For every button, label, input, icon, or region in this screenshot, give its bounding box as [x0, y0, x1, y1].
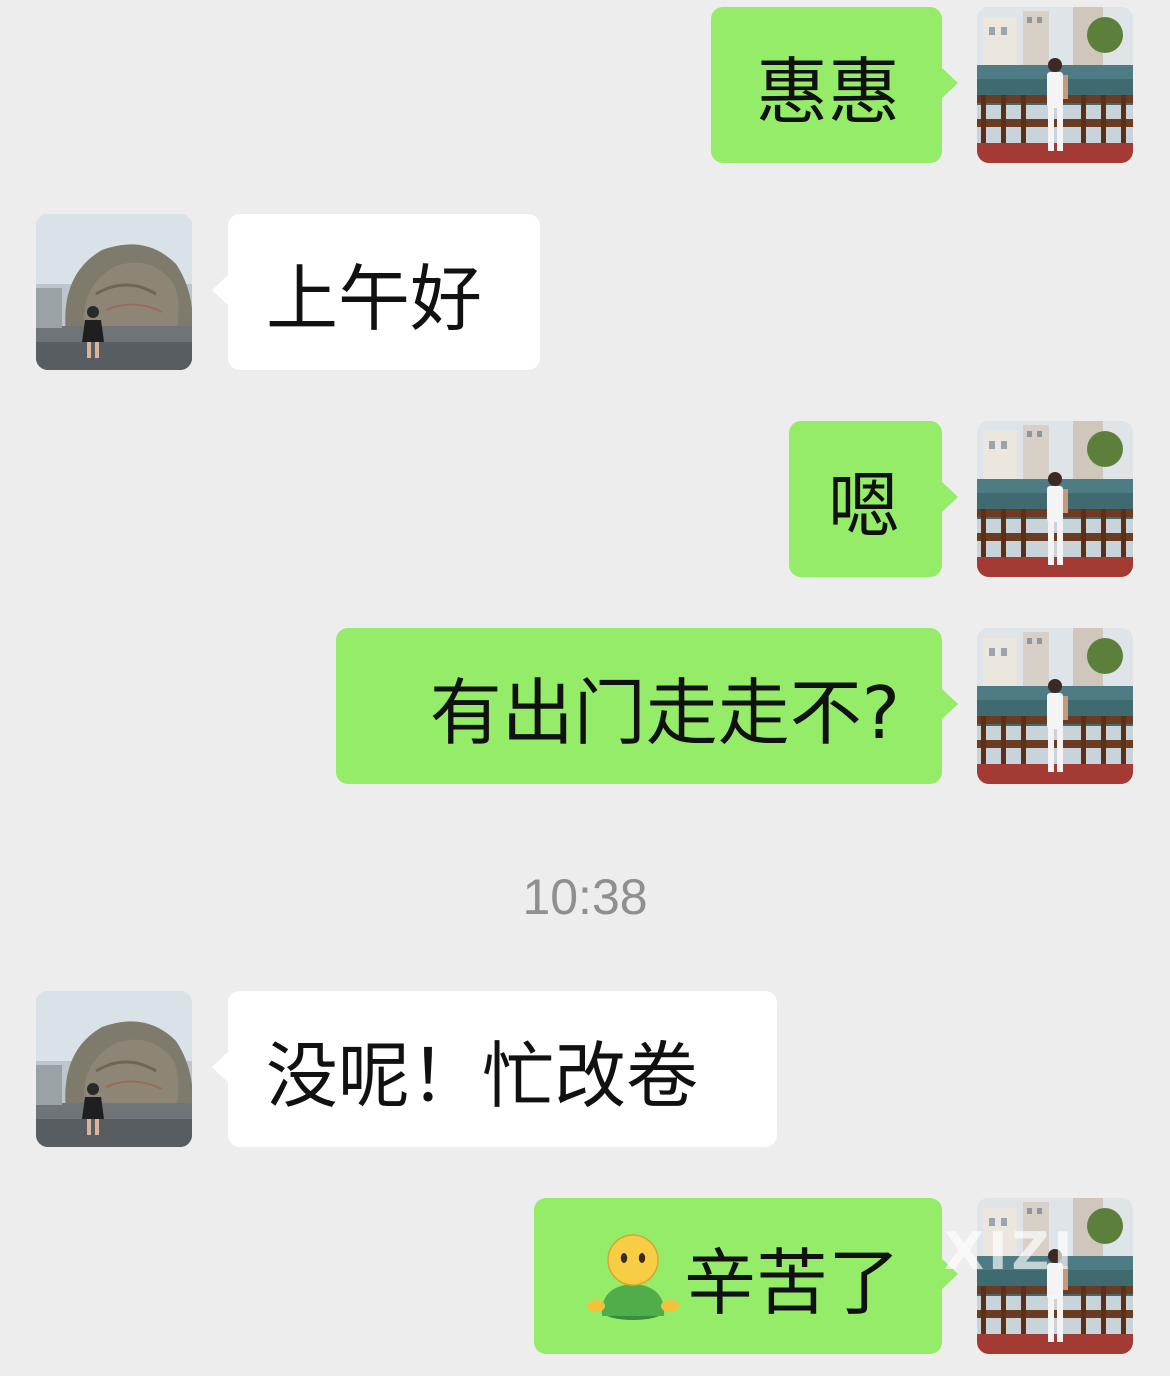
message-text: 上午好 — [266, 256, 483, 341]
message-timestamp: 10:38 — [522, 869, 648, 925]
message-bubble-incoming[interactable]: 没呢！忙改卷 — [212, 991, 777, 1147]
message-bubble-outgoing[interactable]: 惠惠 — [711, 7, 958, 163]
message-bubble-outgoing[interactable]: 辛苦了 — [534, 1198, 958, 1354]
contact-avatar-photo — [36, 214, 192, 370]
message-text: 辛苦了 — [683, 1240, 900, 1325]
self-avatar[interactable] — [977, 628, 1133, 784]
self-avatar-photo — [977, 7, 1133, 163]
self-avatar[interactable] — [977, 7, 1133, 163]
silly-person-emoji-icon — [586, 1230, 680, 1322]
self-avatar-photo — [977, 421, 1133, 577]
message-text: 没呢！忙改卷 — [266, 1033, 699, 1118]
message-bubble-outgoing[interactable]: 嗯 — [789, 421, 958, 577]
message-bubble-incoming[interactable]: 上午好 — [212, 214, 540, 370]
contact-avatar[interactable] — [36, 991, 192, 1147]
message-bubble-outgoing[interactable]: 有出门走走不? — [336, 628, 958, 784]
self-avatar-photo — [977, 628, 1133, 784]
self-avatar[interactable] — [977, 1198, 1133, 1354]
contact-avatar-photo — [36, 991, 192, 1147]
message-text: 嗯 — [827, 463, 900, 548]
contact-avatar[interactable] — [36, 214, 192, 370]
self-avatar-photo — [977, 1198, 1133, 1354]
message-text: 有出门走走不? — [429, 670, 900, 755]
self-avatar[interactable] — [977, 421, 1133, 577]
message-text: 惠惠 — [755, 49, 900, 134]
